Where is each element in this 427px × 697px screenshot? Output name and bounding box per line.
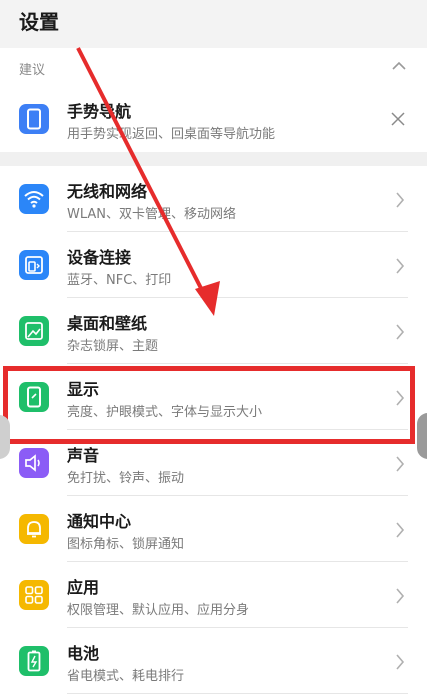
display-icon (19, 382, 49, 412)
battery-icon (19, 646, 49, 676)
chevron-right-icon (396, 522, 405, 538)
close-icon[interactable] (391, 112, 405, 126)
page-title: 设置 (19, 10, 59, 34)
settings-item-subtitle: 蓝牙、NFC、打印 (67, 273, 172, 288)
settings-page: 设置 建议 手势导航 用手势实现返回、回桌面等导航功能 无线和网络 WLAN、双… (0, 0, 427, 697)
device-connect-icon (19, 250, 49, 280)
settings-item-title: 声音 (67, 446, 100, 465)
settings-item-title: 电池 (67, 644, 100, 663)
chevron-right-icon (396, 192, 405, 208)
edge-handle-left (0, 415, 10, 459)
settings-item-display[interactable]: 显示 亮度、护眼模式、字体与显示大小 (0, 364, 427, 430)
settings-list: 无线和网络 WLAN、双卡管理、移动网络 设备连接 蓝牙、NFC、打印 桌面和壁… (0, 166, 427, 694)
settings-item-battery[interactable]: 电池 省电模式、耗电排行 (0, 628, 427, 694)
settings-item-wireless[interactable]: 无线和网络 WLAN、双卡管理、移动网络 (0, 166, 427, 232)
page-header: 设置 (0, 0, 427, 48)
chevron-right-icon (396, 456, 405, 472)
suggestion-gesture-navigation[interactable]: 手势导航 用手势实现返回、回桌面等导航功能 (0, 86, 427, 152)
row-divider (67, 693, 408, 694)
chevron-right-icon (396, 390, 405, 406)
settings-item-subtitle: 杂志锁屏、主题 (67, 339, 159, 354)
suggestions-label: 建议 (19, 63, 46, 78)
settings-item-sound[interactable]: 声音 免打扰、铃声、振动 (0, 430, 427, 496)
settings-item-subtitle: 权限管理、默认应用、应用分身 (67, 603, 250, 618)
chevron-right-icon (396, 324, 405, 340)
settings-item-subtitle: 省电模式、耗电排行 (67, 669, 185, 684)
phone-gesture-icon (19, 104, 49, 134)
settings-item-home-wallpaper[interactable]: 桌面和壁纸 杂志锁屏、主题 (0, 298, 427, 364)
chevron-up-icon[interactable] (391, 58, 407, 74)
edge-handle-right[interactable] (417, 413, 427, 459)
chevron-right-icon (396, 654, 405, 670)
settings-item-title: 无线和网络 (67, 182, 148, 201)
settings-item-title: 桌面和壁纸 (67, 314, 148, 333)
suggestion-title: 手势导航 (67, 102, 132, 121)
settings-item-title: 应用 (67, 578, 100, 597)
bell-icon (19, 514, 49, 544)
settings-item-title: 通知中心 (67, 512, 132, 531)
settings-item-device-connection[interactable]: 设备连接 蓝牙、NFC、打印 (0, 232, 427, 298)
settings-item-title: 显示 (67, 380, 100, 399)
wifi-icon (19, 184, 49, 214)
settings-item-apps[interactable]: 应用 权限管理、默认应用、应用分身 (0, 562, 427, 628)
apps-icon (19, 580, 49, 610)
settings-item-subtitle: 图标角标、锁屏通知 (67, 537, 185, 552)
section-divider (0, 152, 427, 166)
settings-item-subtitle: WLAN、双卡管理、移动网络 (67, 207, 237, 222)
settings-item-title: 设备连接 (67, 248, 132, 267)
chevron-right-icon (396, 258, 405, 274)
wallpaper-icon (19, 316, 49, 346)
suggestion-subtitle: 用手势实现返回、回桌面等导航功能 (67, 127, 276, 142)
chevron-right-icon (396, 588, 405, 604)
suggestions-header: 建议 (0, 48, 427, 86)
settings-item-subtitle: 亮度、护眼模式、字体与显示大小 (67, 405, 263, 420)
sound-icon (19, 448, 49, 478)
settings-item-notifications[interactable]: 通知中心 图标角标、锁屏通知 (0, 496, 427, 562)
settings-item-subtitle: 免打扰、铃声、振动 (67, 471, 185, 486)
